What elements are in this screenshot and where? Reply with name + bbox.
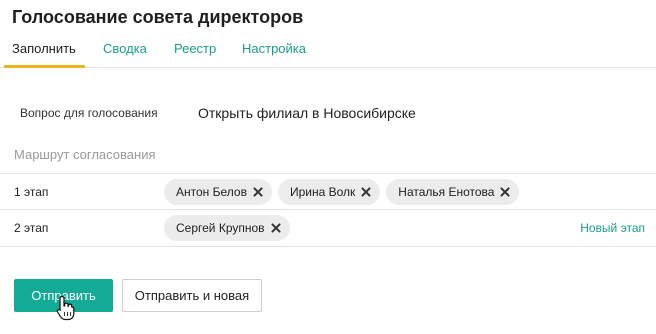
stage-row: 1 этап Антон Белов Ирина Волк Наталья Ен… [0,173,656,210]
member-name: Ирина Волк [289,185,356,199]
member-chip[interactable]: Сергей Крупнов [164,215,290,241]
stage-row: 2 этап Сергей Крупнов Новый этап [0,210,656,247]
hand-pointer-icon [56,295,75,321]
route-title: Маршрут согласования [14,147,156,162]
close-icon[interactable] [270,222,282,234]
new-stage-link[interactable]: Новый этап [580,221,645,235]
member-name: Наталья Енотова [398,185,495,199]
stage-label: 1 этап [14,185,49,199]
active-tab-indicator [4,65,85,68]
close-icon[interactable] [360,186,372,198]
member-name: Сергей Крупнов [176,221,265,235]
page-title: Голосование совета директоров [12,7,304,27]
tab-fill[interactable]: Заполнить [12,40,76,68]
question-label: Вопрос для голосования [20,106,158,120]
submit-and-new-button[interactable]: Отправить и новая [122,279,262,312]
tab-registry[interactable]: Реестр [174,40,216,68]
member-name: Антон Белов [176,185,247,199]
member-chip[interactable]: Ирина Волк [277,179,381,205]
member-chip[interactable]: Антон Белов [164,179,272,205]
close-icon[interactable] [252,186,264,198]
tab-summary[interactable]: Сводка [103,40,147,68]
stage-members: Антон Белов Ирина Волк Наталья Енотова [164,179,520,205]
tab-settings[interactable]: Настройка [242,40,306,68]
stage-label: 2 этап [14,221,49,235]
tab-bar: Заполнить Сводка Реестр Настройка [0,40,656,68]
question-value[interactable]: Открыть филиал в Новосибирске [198,105,416,121]
member-chip[interactable]: Наталья Енотова [386,179,520,205]
stage-members: Сергей Крупнов [164,215,290,241]
close-icon[interactable] [499,186,511,198]
